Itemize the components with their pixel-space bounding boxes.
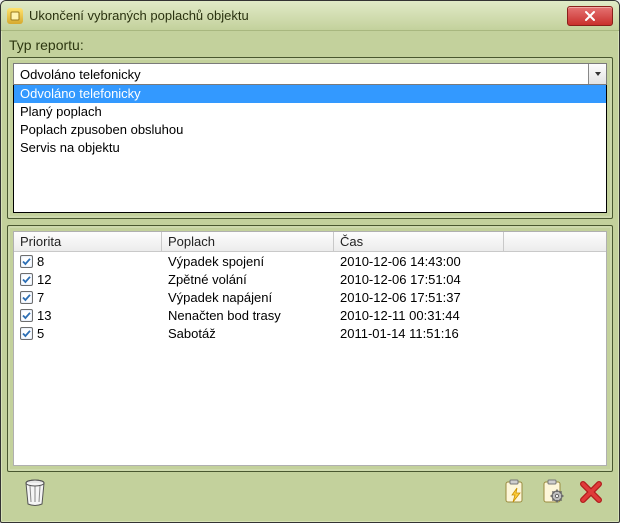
combobox-dropdown-button[interactable] — [588, 64, 606, 84]
close-button[interactable] — [567, 6, 613, 26]
cell-poplach: Nenačten bod trasy — [162, 308, 334, 323]
dropdown-option[interactable]: Odvoláno telefonicky — [14, 85, 606, 103]
table-body: 8 Výpadek spojení2010-12-06 14:43:00 12 Zpě… — [14, 252, 606, 465]
alarms-table: Priorita Poplach Čas 8Výpadek spojení201… — [13, 231, 607, 466]
table-row[interactable]: 8 Výpadek spojení2010-12-06 14:43:00 — [14, 252, 606, 270]
titlebar: Ukončení vybraných poplachů objektu — [1, 1, 619, 31]
delete-button[interactable] — [19, 476, 51, 508]
cell-cas: 2010-12-06 17:51:04 — [334, 272, 504, 287]
dropdown-option[interactable]: Poplach zpusoben obsluhou — [14, 121, 606, 139]
cell-priorita: 12 — [37, 272, 51, 287]
table-panel: Priorita Poplach Čas 8Výpadek spojení201… — [7, 225, 613, 472]
table-header: Priorita Poplach Čas — [14, 232, 606, 252]
column-header-spacer — [504, 232, 606, 251]
cell-poplach: Zpětné volání — [162, 272, 334, 287]
cell-poplach: Výpadek spojení — [162, 254, 334, 269]
cell-cas: 2010-12-06 17:51:37 — [334, 290, 504, 305]
chevron-down-icon — [594, 70, 602, 78]
cancel-icon — [577, 478, 605, 506]
top-panel: Odvoláno telefonicky Odvoláno telefonick… — [7, 57, 613, 219]
table-row[interactable]: 5 Sabotáž2011-01-14 11:51:16 — [14, 324, 606, 342]
dropdown-option[interactable]: Servis na objektu — [14, 139, 606, 157]
row-checkbox[interactable] — [20, 273, 33, 286]
row-checkbox[interactable] — [20, 309, 33, 322]
cell-priorita: 13 — [37, 308, 51, 323]
table-row[interactable]: 13 Nenačten bod trasy2010-12-11 00:31:44 — [14, 306, 606, 324]
close-icon — [584, 10, 596, 22]
apply-button[interactable] — [499, 476, 531, 508]
app-icon — [7, 8, 23, 24]
window-title: Ukončení vybraných poplachů objektu — [29, 8, 567, 23]
row-checkbox[interactable] — [20, 255, 33, 268]
report-type-combobox[interactable]: Odvoláno telefonicky — [13, 63, 607, 85]
column-header-cas[interactable]: Čas — [334, 232, 504, 251]
table-row[interactable]: 12 Zpětné volání2010-12-06 17:51:04 — [14, 270, 606, 288]
dropdown-option[interactable]: Planý poplach — [14, 103, 606, 121]
cell-cas: 2010-12-11 00:31:44 — [334, 308, 504, 323]
trash-icon — [22, 477, 48, 507]
cancel-button[interactable] — [575, 476, 607, 508]
settings-button[interactable] — [537, 476, 569, 508]
client-area: Typ reportu: Odvoláno telefonicky Odvolá… — [1, 31, 619, 522]
dialog-window: Ukončení vybraných poplachů objektu Typ … — [0, 0, 620, 523]
report-type-dropdown-list[interactable]: Odvoláno telefonickyPlaný poplachPoplach… — [13, 85, 607, 213]
row-checkbox[interactable] — [20, 291, 33, 304]
combobox-value: Odvoláno telefonicky — [14, 65, 588, 84]
footer-toolbar — [7, 472, 613, 516]
report-type-label: Typ reportu: — [7, 35, 613, 57]
cell-poplach: Výpadek napájení — [162, 290, 334, 305]
check-icon — [22, 257, 31, 266]
cell-priorita: 5 — [37, 326, 44, 341]
row-checkbox[interactable] — [20, 327, 33, 340]
clipboard-lightning-icon — [501, 478, 529, 506]
clipboard-gear-icon — [539, 478, 567, 506]
check-icon — [22, 311, 31, 320]
column-header-poplach[interactable]: Poplach — [162, 232, 334, 251]
column-header-priorita[interactable]: Priorita — [14, 232, 162, 251]
cell-priorita: 8 — [37, 254, 44, 269]
check-icon — [22, 329, 31, 338]
cell-poplach: Sabotáž — [162, 326, 334, 341]
cell-priorita: 7 — [37, 290, 44, 305]
check-icon — [22, 293, 31, 302]
table-row[interactable]: 7 Výpadek napájení2010-12-06 17:51:37 — [14, 288, 606, 306]
check-icon — [22, 275, 31, 284]
cell-cas: 2011-01-14 11:51:16 — [334, 326, 504, 341]
cell-cas: 2010-12-06 14:43:00 — [334, 254, 504, 269]
